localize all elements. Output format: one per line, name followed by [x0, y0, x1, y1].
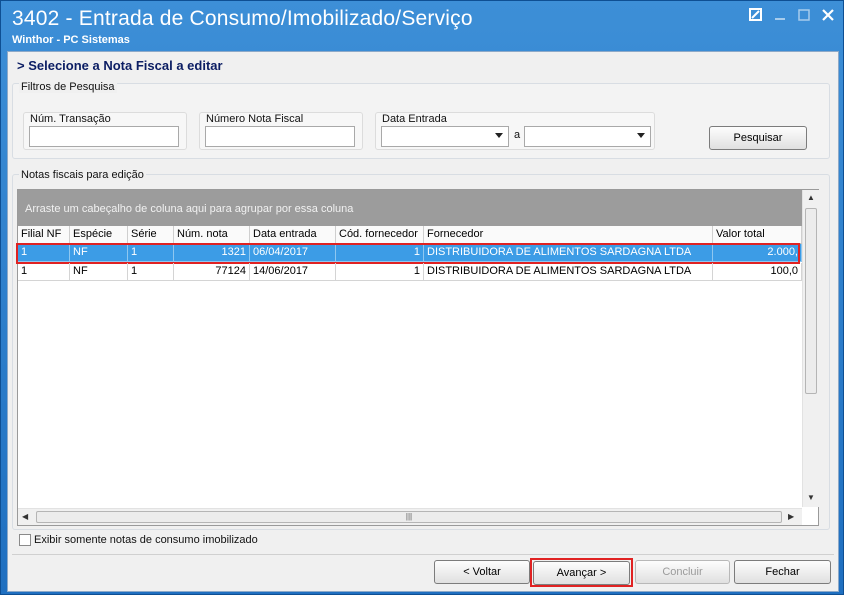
data-entrada-to-combo[interactable]: [524, 126, 651, 147]
horizontal-scrollbar[interactable]: ◀ ||| ▶: [18, 508, 802, 525]
horizontal-scroll-thumb[interactable]: |||: [36, 511, 782, 523]
window-controls: [749, 8, 835, 22]
transacao-field-box: Núm. Transação: [23, 112, 187, 150]
title-bar[interactable]: 3402 - Entrada de Consumo/Imobilizado/Se…: [1, 1, 843, 49]
column-header-serie[interactable]: Série: [128, 226, 174, 244]
pesquisar-button[interactable]: Pesquisar: [709, 126, 807, 150]
chevron-down-icon: [637, 133, 645, 138]
column-header-num-nota[interactable]: Núm. nota: [174, 226, 250, 244]
selected-row-highlight: [16, 243, 800, 264]
vertical-scrollbar[interactable]: ▲ ▼: [802, 190, 819, 507]
cell-num-nota: 77124: [174, 263, 250, 281]
scroll-down-icon[interactable]: ▼: [807, 493, 815, 502]
vertical-scroll-thumb[interactable]: [805, 208, 817, 394]
concluir-button[interactable]: Concluir: [635, 560, 730, 584]
transacao-input[interactable]: [29, 126, 179, 147]
column-header-filial[interactable]: Filial NF: [18, 226, 70, 244]
cell-fornecedor: DISTRIBUIDORA DE ALIMENTOS SARDAGNA LTDA: [424, 263, 713, 281]
window-subtitle: Winthor - PC Sistemas: [12, 34, 130, 46]
column-header-especie[interactable]: Espécie: [70, 226, 128, 244]
scroll-left-icon[interactable]: ◀: [22, 512, 28, 521]
cell-serie: 1: [128, 263, 174, 281]
only-consumo-label: Exibir somente notas de consumo imobiliz…: [34, 534, 258, 546]
scroll-up-icon[interactable]: ▲: [807, 193, 815, 202]
cell-filial: 1: [18, 263, 70, 281]
filters-group: Filtros de Pesquisa Núm. Transação Númer…: [12, 81, 830, 159]
restore-icon[interactable]: [749, 8, 763, 22]
nota-fiscal-label: Número Nota Fiscal: [206, 113, 304, 125]
avancar-button[interactable]: Avançar >: [533, 561, 630, 585]
column-header-valor-total[interactable]: Valor total: [713, 226, 802, 244]
main-panel: > Selecione a Nota Fiscal a editar Filtr…: [7, 51, 839, 592]
notas-grid: Arraste um cabeçalho de coluna aqui para…: [16, 189, 819, 526]
transacao-label: Núm. Transação: [30, 113, 111, 125]
minimize-icon[interactable]: [773, 8, 787, 22]
footer-divider: [12, 554, 834, 555]
cell-cod-fornecedor: 1: [336, 263, 424, 281]
scroll-right-icon[interactable]: ▶: [788, 512, 794, 521]
cell-data-entrada: 14/06/2017: [250, 263, 336, 281]
data-entrada-field-box: Data Entrada a: [375, 112, 655, 150]
data-entrada-from-combo[interactable]: [381, 126, 509, 147]
cell-valor-total: 100,0: [713, 263, 802, 281]
window-title: 3402 - Entrada de Consumo/Imobilizado/Se…: [12, 7, 473, 30]
data-entrada-label: Data Entrada: [382, 113, 447, 125]
application-window: 3402 - Entrada de Consumo/Imobilizado/Se…: [0, 0, 844, 595]
voltar-button[interactable]: < Voltar: [434, 560, 530, 584]
nota-fiscal-input[interactable]: [205, 126, 355, 147]
only-consumo-checkbox[interactable]: [19, 534, 31, 546]
close-icon[interactable]: [821, 8, 835, 22]
column-header-data-entrada[interactable]: Data entrada: [250, 226, 336, 244]
filters-group-label: Filtros de Pesquisa: [19, 81, 117, 93]
maximize-icon[interactable]: [797, 8, 811, 22]
page-title: > Selecione a Nota Fiscal a editar: [17, 58, 223, 73]
column-header-cod-fornecedor[interactable]: Cód. fornecedor: [336, 226, 424, 244]
grid-group-label: Notas fiscais para edição: [19, 169, 146, 181]
fechar-button[interactable]: Fechar: [734, 560, 831, 584]
column-header-fornecedor[interactable]: Fornecedor: [424, 226, 713, 244]
cell-especie: NF: [70, 263, 128, 281]
data-range-separator: a: [514, 129, 521, 141]
nota-fiscal-field-box: Número Nota Fiscal: [199, 112, 363, 150]
chevron-down-icon: [495, 133, 503, 138]
group-by-panel[interactable]: Arraste um cabeçalho de coluna aqui para…: [18, 190, 818, 226]
